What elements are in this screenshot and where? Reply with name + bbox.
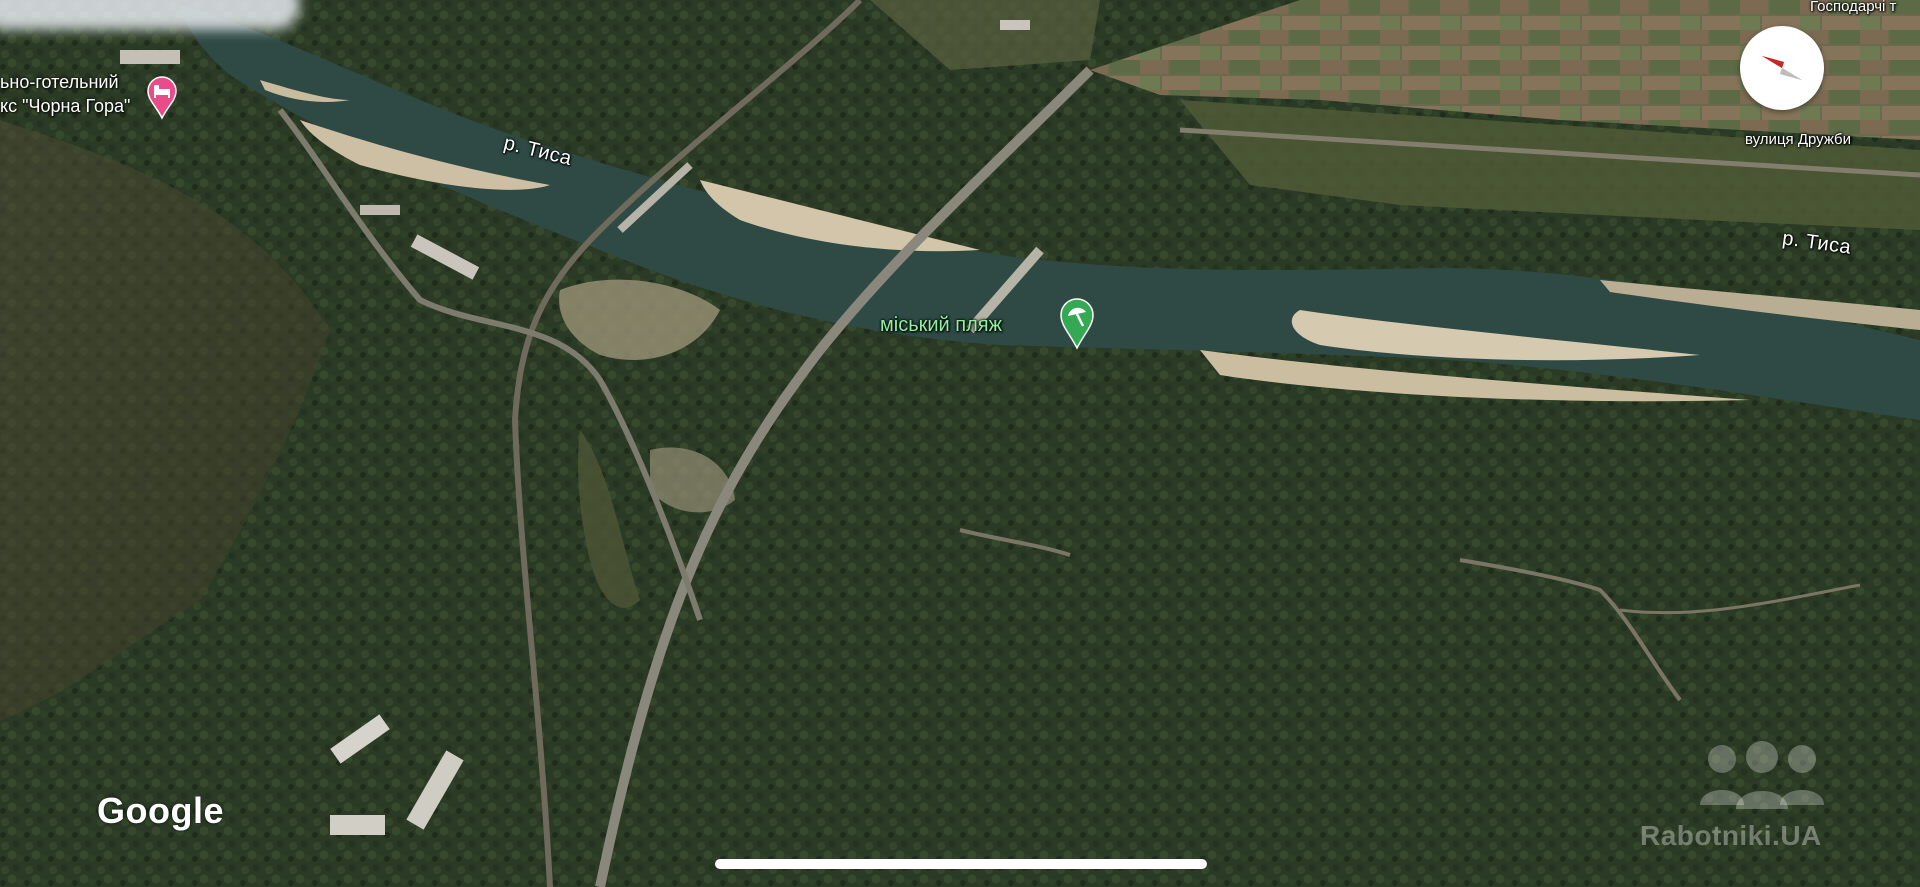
building [330,815,385,835]
home-indicator[interactable] [715,859,1207,869]
cloud-overlay [0,0,300,30]
hotel-label-line1: ьно-готельний [0,72,119,92]
satellite-terrain[interactable] [0,0,1920,887]
watermark-text: Rabotniki.UA [1640,820,1822,851]
hotel-bed-pin-icon[interactable] [146,76,178,120]
beach-label[interactable]: міський пляж [880,314,1002,337]
street-label-hospodarchi: Господарчі т [1810,0,1897,15]
google-logo: Google [97,790,224,831]
map-view[interactable]: р. Тиса р. Тиса Господарчі т вулиця Друж… [0,0,1920,887]
building [120,50,180,64]
compass-icon [1762,56,1802,80]
street-label-druzhby: вулиця Дружби [1745,131,1851,148]
hotel-label[interactable]: ьно-готельний кс "Чорна Гора" [0,70,130,118]
workers-watermark-icon [1700,741,1824,809]
hotel-label-line2: кс "Чорна Гора" [0,96,131,116]
compass-button[interactable] [1740,26,1824,110]
building [1000,20,1030,30]
building [360,205,400,215]
beach-umbrella-pin-icon[interactable] [1059,298,1095,350]
